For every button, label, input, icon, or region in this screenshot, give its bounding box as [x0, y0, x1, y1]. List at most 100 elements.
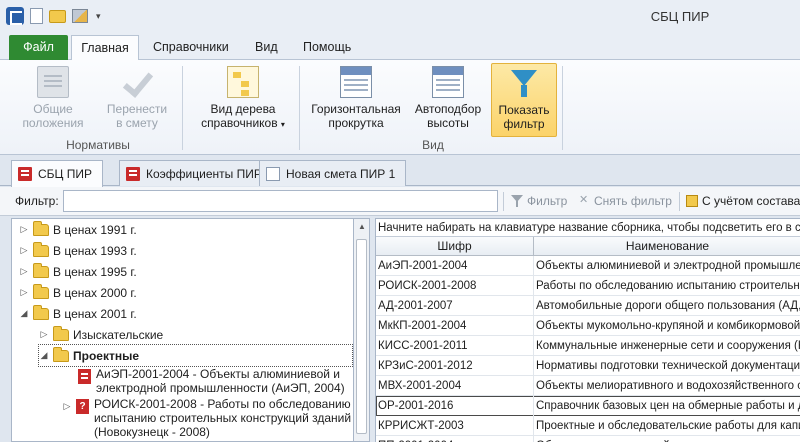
cell-code[interactable]: МВХ-2001-2004	[376, 376, 534, 396]
clear-filter-button[interactable]: Снять фильтр	[578, 193, 672, 208]
cell-name[interactable]: Нормативы подготовки технической докумен…	[534, 356, 800, 376]
tree-folder[interactable]: ▷ Изыскательские	[39, 324, 163, 345]
tree-leaf[interactable]: ▷ ? РОИСК-2001-2008 - Работы по обследов…	[62, 397, 352, 439]
doc-tab-sbc-pir[interactable]: СБЦ ПИР	[11, 160, 104, 187]
chevron-down-icon[interactable]: ◢	[19, 308, 29, 319]
column-header-code[interactable]: Шифр	[376, 237, 534, 256]
cell-name[interactable]: Автомобильные дороги общего пользования …	[534, 296, 800, 316]
table-row[interactable]: АиЭП-2001-2004 Объекты алюминиевой и элек…	[376, 256, 800, 276]
general-provisions-button[interactable]: Общие положения	[18, 63, 88, 137]
folder-icon	[53, 325, 69, 341]
cell-name[interactable]: Объекты промышленной ...	[534, 436, 800, 442]
ribbon-separator	[299, 66, 300, 150]
tree-folder[interactable]: ▷ В ценах 1993 г.	[19, 240, 137, 261]
table-row[interactable]: МВХ-2001-2004 Объекты мелиоративного и во…	[376, 376, 800, 396]
tab-references[interactable]: Справочники	[143, 35, 239, 60]
filter-button-label: Фильтр	[527, 194, 568, 208]
horizontal-scroll-icon	[340, 66, 372, 98]
tree-view-label-2: справочников	[201, 116, 278, 130]
tab-view[interactable]: Вид	[245, 35, 288, 60]
column-header-name[interactable]: Наименование	[534, 237, 800, 256]
tree-folder[interactable]: ▷ В ценах 1991 г.	[19, 219, 137, 240]
general-provisions-label-2: положения	[22, 116, 84, 130]
checkmark-icon	[121, 66, 153, 98]
tree-scrollbar[interactable]: ▲	[353, 218, 370, 442]
table-row[interactable]: РОИСК-2001-2008 Работы по обследованию ис…	[376, 276, 800, 296]
chevron-right-icon[interactable]: ▷	[39, 329, 49, 340]
normatives-group-label: Нормативы	[66, 138, 130, 152]
hscroll-label-2: прокрутка	[328, 116, 384, 130]
window-title: СБЦ ПИР	[650, 9, 710, 24]
cell-name[interactable]: Объекты мелиоративного и водохозяйственн…	[534, 376, 800, 396]
auto-height-icon	[432, 66, 464, 98]
doc-tab-label: Новая смета ПИР 1	[286, 166, 396, 181]
table-row[interactable]: КРЗиС-2001-2012 Нормативы подготовки техн…	[376, 356, 800, 376]
chevron-down-icon[interactable]: ◢	[39, 350, 49, 361]
filter-input[interactable]	[63, 190, 498, 212]
tree-folder[interactable]: ▷ В ценах 1995 г.	[19, 261, 137, 282]
filter-bar: Фильтр: Фильтр Снять фильтр С учётом сос…	[0, 187, 800, 216]
transfer-to-estimate-button[interactable]: Перенести в смету	[100, 63, 174, 137]
with-composition-button[interactable]: С учётом состава	[686, 194, 800, 208]
tab-file[interactable]: Файл	[9, 35, 68, 60]
chevron-right-icon[interactable]: ▷	[62, 401, 72, 412]
cell-code[interactable]: РОИСК-2001-2008	[376, 276, 534, 296]
doc-tab-coefficients[interactable]: Коэффициенты ПИР	[119, 160, 273, 186]
filter-button[interactable]: Фильтр	[511, 194, 567, 208]
catalog-grid[interactable]: Начните набирать на клавиатуре название …	[375, 218, 800, 442]
doc-tab-label: СБЦ ПИР	[38, 167, 93, 181]
title-bar: ▾ СБЦ ПИР	[0, 0, 800, 34]
grid-header: Шифр Наименование	[376, 237, 800, 256]
cell-code[interactable]: АиЭП-2001-2004	[376, 256, 534, 276]
cell-name[interactable]: Объекты алюминиевой и электродной промыш…	[534, 256, 800, 276]
reference-book-icon	[78, 369, 91, 384]
auto-height-button[interactable]: Автоподбор высоты	[410, 63, 486, 137]
folder-icon	[53, 346, 69, 362]
table-row[interactable]: МкКП-2001-2004 Объекты мукомольно-крупяно…	[376, 316, 800, 336]
chevron-right-icon[interactable]: ▷	[19, 224, 29, 235]
chevron-right-icon[interactable]: ▷	[19, 245, 29, 256]
cell-code[interactable]: КРРИСЖТ-2003	[376, 416, 534, 436]
cell-code[interactable]: КИСС-2001-2011	[376, 336, 534, 356]
tree-leaf[interactable]: АиЭП-2001-2004 - Объекты алюминиевой и э…	[78, 367, 345, 395]
general-provisions-label-1: Общие	[33, 102, 73, 116]
tab-help[interactable]: Помощь	[293, 35, 361, 60]
tree-view-icon	[227, 66, 259, 98]
scroll-thumb[interactable]	[356, 239, 367, 434]
table-row[interactable]: ПП-2001-2004Объекты промышленной ...	[376, 436, 800, 442]
cell-code[interactable]: МкКП-2001-2004	[376, 316, 534, 336]
chevron-right-icon[interactable]: ▷	[19, 266, 29, 277]
document-icon	[266, 166, 280, 181]
table-row[interactable]: АД-2001-2007 Автомобильные дороги общего …	[376, 296, 800, 316]
show-filter-label-1: Показать	[498, 103, 550, 117]
transfer-label-2: в смету	[116, 116, 158, 130]
horizontal-scroll-button[interactable]: Горизонтальная прокрутка	[308, 63, 404, 137]
cell-name[interactable]: Коммунальные инженерные сети и сооружени…	[534, 336, 800, 356]
cell-name[interactable]: Работы по обследованию испытанию строите…	[534, 276, 800, 296]
cell-code[interactable]: АД-2001-2007	[376, 296, 534, 316]
transfer-label-1: Перенести	[106, 102, 168, 116]
doc-tab-new-estimate[interactable]: Новая смета ПИР 1	[259, 160, 407, 186]
tree-view-button[interactable]: Вид дерева справочников ▾	[193, 63, 293, 137]
ribbon: Общие положения Перенести в смету Нормат…	[0, 60, 800, 155]
cell-name[interactable]: Справочник базовых цен на обмерные работ…	[534, 396, 800, 416]
cell-code[interactable]: ПП-2001-2004	[376, 436, 534, 442]
ribbon-tabs: Файл Главная Справочники Вид Помощь	[0, 34, 800, 61]
folder-icon	[33, 220, 49, 236]
chevron-right-icon[interactable]: ▷	[19, 287, 29, 298]
show-filter-button[interactable]: Показать фильтр	[491, 63, 557, 137]
cell-code[interactable]: ОР-2001-2016	[376, 396, 534, 416]
cell-code[interactable]: КРЗиС-2001-2012	[376, 356, 534, 376]
tree-folder[interactable]: ◢ В ценах 2001 г.	[19, 303, 137, 324]
tab-home[interactable]: Главная	[71, 35, 139, 61]
table-row[interactable]: КИСС-2001-2011 Коммунальные инженерные се…	[376, 336, 800, 356]
tree-folder-selected[interactable]: ◢ Проектные	[38, 344, 353, 367]
scroll-up-icon[interactable]: ▲	[358, 222, 366, 231]
reference-tree[interactable]: ▷ В ценах 1991 г. ▷ В ценах 1993 г. ▷ В …	[11, 218, 353, 442]
table-row[interactable]: ОР-2001-2016 Справочник базовых цен на об…	[376, 396, 800, 416]
tree-folder[interactable]: ▷ В ценах 2000 г.	[19, 282, 137, 303]
table-row[interactable]: КРРИСЖТ-2003 Проектные и обследовательски…	[376, 416, 800, 436]
cell-name[interactable]: Объекты мукомольно-крупяной и комбикормо…	[534, 316, 800, 336]
search-hint: Начните набирать на клавиатуре название …	[376, 219, 800, 237]
cell-name[interactable]: Проектные и обследовательские работы для…	[534, 416, 800, 436]
